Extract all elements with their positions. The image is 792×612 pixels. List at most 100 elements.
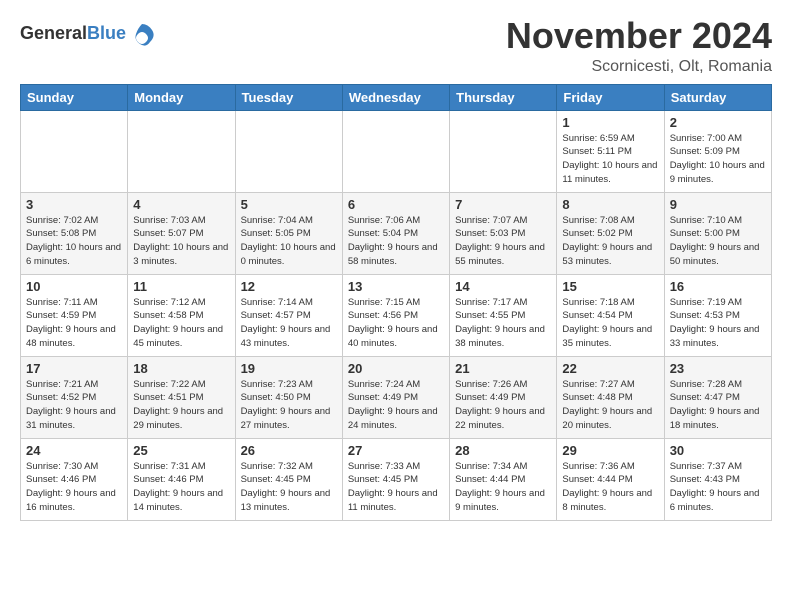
week-row-2: 10 Sunrise: 7:11 AM Sunset: 4:59 PM Dayli… [21,274,772,356]
day-info: Sunrise: 7:15 AM Sunset: 4:56 PM Dayligh… [348,296,444,351]
day-cell: 15 Sunrise: 7:18 AM Sunset: 4:54 PM Dayli… [557,274,664,356]
day-cell: 13 Sunrise: 7:15 AM Sunset: 4:56 PM Dayli… [342,274,449,356]
day-cell: 9 Sunrise: 7:10 AM Sunset: 5:00 PM Daylig… [664,192,771,274]
day-cell [342,110,449,192]
day-info: Sunrise: 7:11 AM Sunset: 4:59 PM Dayligh… [26,296,122,351]
day-number: 7 [455,197,551,212]
day-cell: 27Sunrise: 7:33 AM Sunset: 4:45 PM Dayli… [342,438,449,520]
col-header-saturday: Saturday [664,84,771,110]
day-cell: 12Sunrise: 7:14 AM Sunset: 4:57 PM Dayli… [235,274,342,356]
day-cell: 8 Sunrise: 7:08 AM Sunset: 5:02 PM Daylig… [557,192,664,274]
day-number: 22 [562,361,658,376]
day-info: Sunrise: 7:19 AM Sunset: 4:53 PM Dayligh… [670,296,766,351]
day-number: 2 [670,115,766,130]
day-info: Sunrise: 7:10 AM Sunset: 5:00 PM Dayligh… [670,214,766,269]
title-block: November 2024 Scornicesti, Olt, Romania [506,16,772,76]
day-cell [235,110,342,192]
day-number: 20 [348,361,444,376]
day-cell [21,110,128,192]
col-header-wednesday: Wednesday [342,84,449,110]
day-number: 5 [241,197,337,212]
day-cell: 11 Sunrise: 7:12 AM Sunset: 4:58 PM Dayli… [128,274,235,356]
day-info: Sunrise: 7:27 AM Sunset: 4:48 PM Dayligh… [562,378,658,433]
day-number: 19 [241,361,337,376]
day-info: Sunrise: 7:17 AM Sunset: 4:55 PM Dayligh… [455,296,551,351]
day-info: Sunrise: 7:21 AM Sunset: 4:52 PM Dayligh… [26,378,122,433]
day-cell [128,110,235,192]
logo-blue-text: Blue [87,23,126,43]
month-title: November 2024 [506,16,772,56]
day-info: Sunrise: 7:26 AM Sunset: 4:49 PM Dayligh… [455,378,551,433]
day-cell: 19 Sunrise: 7:23 AM Sunset: 4:50 PM Dayli… [235,356,342,438]
day-info: Sunrise: 7:36 AM Sunset: 4:44 PM Dayligh… [562,460,658,515]
logo-icon [128,20,156,48]
day-info: Sunrise: 7:37 AM Sunset: 4:43 PM Dayligh… [670,460,766,515]
day-cell: 26 Sunrise: 7:32 AM Sunset: 4:45 PM Dayli… [235,438,342,520]
logo-general-text: General [20,23,87,43]
day-number: 14 [455,279,551,294]
day-info: Sunrise: 7:12 AM Sunset: 4:58 PM Dayligh… [133,296,229,351]
day-number: 12 [241,279,337,294]
week-row-1: 3 Sunrise: 7:02 AM Sunset: 5:08 PM Daylig… [21,192,772,274]
day-number: 25 [133,443,229,458]
col-header-sunday: Sunday [21,84,128,110]
day-info: Sunrise: 7:08 AM Sunset: 5:02 PM Dayligh… [562,214,658,269]
day-cell: 5Sunrise: 7:04 AM Sunset: 5:05 PM Daylig… [235,192,342,274]
day-number: 11 [133,279,229,294]
day-info: Sunrise: 7:32 AM Sunset: 4:45 PM Dayligh… [241,460,337,515]
day-cell: 29Sunrise: 7:36 AM Sunset: 4:44 PM Dayli… [557,438,664,520]
day-info: Sunrise: 7:30 AM Sunset: 4:46 PM Dayligh… [26,460,122,515]
day-cell: 28 Sunrise: 7:34 AM Sunset: 4:44 PM Dayli… [450,438,557,520]
day-number: 10 [26,279,122,294]
day-info: Sunrise: 7:22 AM Sunset: 4:51 PM Dayligh… [133,378,229,433]
day-number: 15 [562,279,658,294]
day-info: Sunrise: 7:33 AM Sunset: 4:45 PM Dayligh… [348,460,444,515]
day-number: 26 [241,443,337,458]
day-info: Sunrise: 6:59 AM Sunset: 5:11 PM Dayligh… [562,132,658,187]
day-number: 4 [133,197,229,212]
day-info: Sunrise: 7:24 AM Sunset: 4:49 PM Dayligh… [348,378,444,433]
col-header-monday: Monday [128,84,235,110]
day-number: 24 [26,443,122,458]
day-info: Sunrise: 7:34 AM Sunset: 4:44 PM Dayligh… [455,460,551,515]
day-number: 3 [26,197,122,212]
day-cell: 24 Sunrise: 7:30 AM Sunset: 4:46 PM Dayli… [21,438,128,520]
day-cell: 18 Sunrise: 7:22 AM Sunset: 4:51 PM Dayli… [128,356,235,438]
day-number: 8 [562,197,658,212]
day-cell: 2 Sunrise: 7:00 AM Sunset: 5:09 PM Daylig… [664,110,771,192]
day-info: Sunrise: 7:23 AM Sunset: 4:50 PM Dayligh… [241,378,337,433]
day-number: 28 [455,443,551,458]
day-number: 1 [562,115,658,130]
week-row-4: 24 Sunrise: 7:30 AM Sunset: 4:46 PM Dayli… [21,438,772,520]
day-info: Sunrise: 7:02 AM Sunset: 5:08 PM Dayligh… [26,214,122,269]
location: Scornicesti, Olt, Romania [506,58,772,76]
logo: GeneralBlue [20,20,156,48]
day-info: Sunrise: 7:28 AM Sunset: 4:47 PM Dayligh… [670,378,766,433]
week-row-0: 1 Sunrise: 6:59 AM Sunset: 5:11 PM Daylig… [21,110,772,192]
day-number: 18 [133,361,229,376]
day-info: Sunrise: 7:00 AM Sunset: 5:09 PM Dayligh… [670,132,766,187]
day-cell: 1 Sunrise: 6:59 AM Sunset: 5:11 PM Daylig… [557,110,664,192]
calendar-header-row: SundayMondayTuesdayWednesdayThursdayFrid… [21,84,772,110]
day-number: 16 [670,279,766,294]
day-info: Sunrise: 7:07 AM Sunset: 5:03 PM Dayligh… [455,214,551,269]
day-info: Sunrise: 7:18 AM Sunset: 4:54 PM Dayligh… [562,296,658,351]
day-number: 13 [348,279,444,294]
day-cell: 30 Sunrise: 7:37 AM Sunset: 4:43 PM Dayli… [664,438,771,520]
day-cell: 6 Sunrise: 7:06 AM Sunset: 5:04 PM Daylig… [342,192,449,274]
day-info: Sunrise: 7:06 AM Sunset: 5:04 PM Dayligh… [348,214,444,269]
day-cell: 10 Sunrise: 7:11 AM Sunset: 4:59 PM Dayli… [21,274,128,356]
day-cell: 23 Sunrise: 7:28 AM Sunset: 4:47 PM Dayli… [664,356,771,438]
col-header-thursday: Thursday [450,84,557,110]
week-row-3: 17 Sunrise: 7:21 AM Sunset: 4:52 PM Dayli… [21,356,772,438]
day-number: 23 [670,361,766,376]
day-cell: 4Sunrise: 7:03 AM Sunset: 5:07 PM Daylig… [128,192,235,274]
day-cell: 25Sunrise: 7:31 AM Sunset: 4:46 PM Dayli… [128,438,235,520]
day-cell: 22 Sunrise: 7:27 AM Sunset: 4:48 PM Dayli… [557,356,664,438]
day-cell: 14 Sunrise: 7:17 AM Sunset: 4:55 PM Dayli… [450,274,557,356]
day-cell: 21Sunrise: 7:26 AM Sunset: 4:49 PM Dayli… [450,356,557,438]
day-number: 17 [26,361,122,376]
day-number: 9 [670,197,766,212]
day-number: 6 [348,197,444,212]
day-number: 30 [670,443,766,458]
